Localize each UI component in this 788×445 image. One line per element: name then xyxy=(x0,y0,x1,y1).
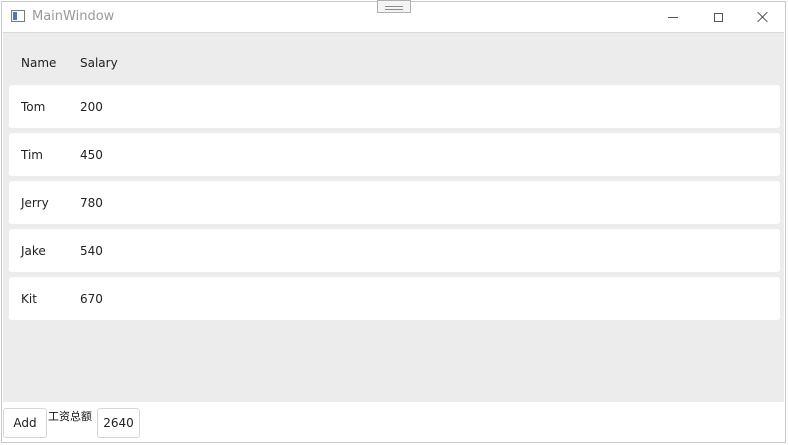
list-header: Name Salary xyxy=(3,33,784,85)
row-name: Tim xyxy=(21,148,43,162)
list-item[interactable]: Jerry 780 xyxy=(9,181,780,224)
row-name: Kit xyxy=(21,292,37,306)
row-name: Jerry xyxy=(21,196,49,210)
total-salary-value: 2640 xyxy=(97,408,140,438)
window-title: MainWindow xyxy=(32,9,115,24)
list-item[interactable]: Tom 200 xyxy=(9,85,780,128)
row-name: Jake xyxy=(21,244,46,258)
list-rows: Tom 200 Tim 450 Jerry 780 Jake 540 Kit 6… xyxy=(9,85,780,325)
main-window: MainWindow Name Salary Tom 200 Tim 450 J… xyxy=(1,0,786,443)
list-item[interactable]: Kit 670 xyxy=(9,277,780,320)
column-header-name[interactable]: Name xyxy=(21,56,56,70)
row-salary: 200 xyxy=(80,100,103,114)
bottom-bar: Add 工资总额 2640 xyxy=(2,402,785,442)
close-button[interactable] xyxy=(740,2,786,32)
list-item[interactable]: Tim 450 xyxy=(9,133,780,176)
column-header-salary[interactable]: Salary xyxy=(80,56,118,70)
row-salary: 670 xyxy=(80,292,103,306)
salary-list-view[interactable]: Name Salary Tom 200 Tim 450 Jerry 780 Ja… xyxy=(3,32,784,402)
total-salary-label: 工资总额 xyxy=(48,410,92,423)
close-icon xyxy=(757,11,769,23)
title-bar[interactable]: MainWindow xyxy=(2,0,786,32)
minimize-icon xyxy=(668,16,678,18)
row-salary: 450 xyxy=(80,148,103,162)
add-button[interactable]: Add xyxy=(3,408,47,438)
row-name: Tom xyxy=(21,100,46,114)
maximize-icon xyxy=(713,12,723,22)
minimize-button[interactable] xyxy=(650,2,696,32)
list-item[interactable]: Jake 540 xyxy=(9,229,780,272)
row-salary: 540 xyxy=(80,244,103,258)
drag-grip-handle[interactable] xyxy=(377,0,411,13)
window-app-icon xyxy=(11,10,25,22)
maximize-button[interactable] xyxy=(695,2,741,32)
row-salary: 780 xyxy=(80,196,103,210)
